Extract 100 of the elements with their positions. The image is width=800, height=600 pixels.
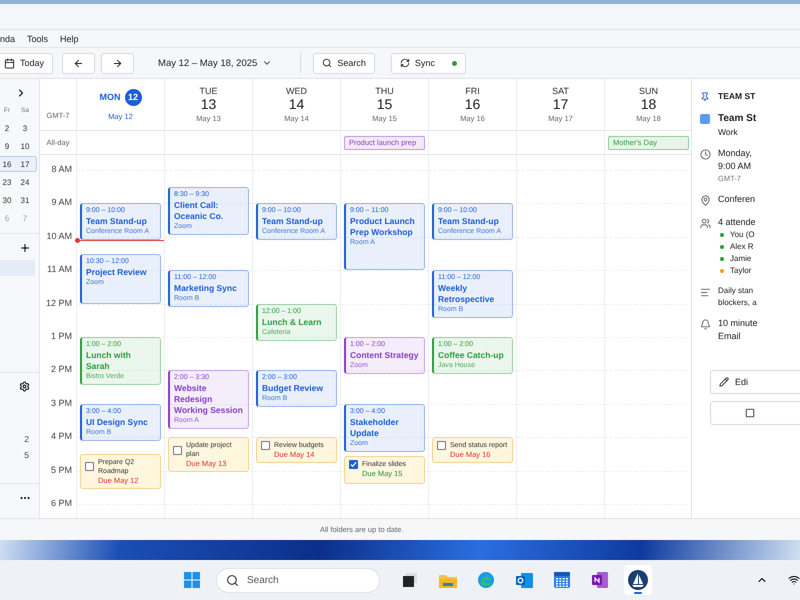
menu-item[interactable]: Tools bbox=[21, 30, 54, 46]
event-title: Lunch & Learn bbox=[262, 316, 323, 328]
event-title: Lunch with Sarah bbox=[86, 350, 132, 372]
weekday-label: SUN bbox=[638, 86, 658, 96]
attendee-name: Alex R bbox=[730, 242, 754, 251]
calendar-icon bbox=[554, 572, 570, 588]
sync-icon bbox=[400, 58, 410, 68]
week-row[interactable]: 16 17 bbox=[0, 156, 37, 172]
folder-icon bbox=[439, 572, 457, 588]
edit-button[interactable]: Edi bbox=[710, 370, 800, 394]
clock-icon bbox=[700, 149, 711, 160]
hour-label: 3 PM bbox=[50, 398, 72, 408]
task-checkbox[interactable] bbox=[173, 446, 182, 455]
day-number: 17 bbox=[552, 96, 568, 113]
search-button[interactable]: Search bbox=[313, 52, 375, 74]
arrow-left-icon bbox=[73, 58, 84, 68]
reminder-text: 10 minute bbox=[718, 318, 758, 328]
location-icon bbox=[700, 195, 711, 206]
event-title: Stakeholder Update bbox=[350, 416, 400, 439]
event-title: Client Call: Oceanic Co. bbox=[174, 200, 224, 222]
hour-label: 12 PM bbox=[46, 298, 72, 308]
taskbar-app[interactable] bbox=[624, 565, 652, 595]
weekday-label: MON bbox=[100, 92, 120, 102]
square-icon bbox=[745, 408, 755, 418]
weekday-label: SAT bbox=[552, 86, 569, 96]
event-notes: blockers, a bbox=[718, 298, 757, 307]
pin-icon bbox=[700, 92, 710, 102]
weekday-label: THU bbox=[375, 86, 394, 96]
menu-item[interactable]: Help bbox=[54, 30, 85, 46]
week-row[interactable]: 2 3 bbox=[0, 120, 37, 136]
details-heading: TEAM ST bbox=[718, 91, 756, 102]
hour-label: 8 AM bbox=[51, 164, 72, 174]
date-range-picker[interactable]: May 12 – May 18, 2025 bbox=[152, 56, 278, 70]
count-label: 2 bbox=[23, 434, 30, 444]
event-time: Monday, bbox=[718, 148, 752, 158]
attendees-count: 4 attende bbox=[718, 217, 756, 227]
event-title: Team Stand-up bbox=[262, 216, 324, 228]
day-number: 18 bbox=[640, 96, 656, 113]
attendee-name: Jamie bbox=[730, 254, 752, 263]
settings-icon bbox=[19, 381, 30, 392]
event-title: Team Stand-up bbox=[86, 216, 148, 228]
hour-label: 9 AM bbox=[51, 197, 72, 208]
today-date-badge: 12 bbox=[124, 88, 142, 106]
arrow-right-icon bbox=[112, 58, 124, 68]
event-title: Budget Review bbox=[262, 383, 324, 394]
day-number: 15 bbox=[376, 96, 392, 113]
pencil-icon bbox=[719, 377, 729, 387]
event-title: Team Stand-up bbox=[438, 216, 500, 228]
attendee-name: You (O bbox=[730, 230, 755, 239]
event-title: Team St bbox=[718, 113, 756, 124]
task-checkbox[interactable] bbox=[349, 460, 358, 469]
event-title: Content Strategy bbox=[350, 350, 420, 361]
attendee-name: Taylor bbox=[730, 266, 752, 275]
event-title: Website Redesign Working Session bbox=[174, 383, 244, 416]
calendar-swatch bbox=[700, 114, 710, 124]
day-number: 13 bbox=[200, 96, 216, 113]
weekday-label: WED bbox=[286, 86, 307, 96]
task-checkbox[interactable] bbox=[261, 441, 270, 450]
notes-icon bbox=[700, 287, 711, 298]
calendar-name: Work bbox=[718, 127, 739, 137]
menu-item[interactable]: nda bbox=[0, 30, 22, 46]
hour-label: 1 PM bbox=[50, 331, 72, 341]
week-row[interactable]: 23 24 bbox=[0, 174, 37, 190]
today-button[interactable]: Today bbox=[0, 52, 54, 74]
sync-button[interactable]: Sync bbox=[390, 52, 466, 74]
search-icon bbox=[322, 58, 332, 68]
reminder-text: Email bbox=[718, 331, 742, 341]
day-number: 14 bbox=[288, 96, 304, 113]
taskbar-search-field[interactable]: Search bbox=[216, 568, 380, 592]
event-title: Marketing Sync bbox=[174, 283, 238, 294]
event-title: Weekly Retrospective bbox=[438, 283, 496, 306]
swirl-icon bbox=[478, 572, 494, 588]
week-row[interactable]: 30 31 bbox=[0, 192, 37, 208]
checkmark-icon bbox=[350, 460, 357, 468]
notebook-icon bbox=[592, 572, 608, 588]
task-checkbox[interactable] bbox=[85, 462, 94, 472]
event-time: 9:00 AM bbox=[718, 161, 752, 171]
plus-icon bbox=[19, 242, 31, 254]
event-notes: Daily stan bbox=[718, 286, 754, 295]
bell-icon bbox=[700, 319, 711, 330]
event-title: UI Design Sync bbox=[86, 416, 149, 428]
task-view-icon bbox=[403, 573, 417, 587]
people-icon bbox=[700, 218, 711, 229]
windows-logo-icon bbox=[184, 572, 200, 588]
weekday-label: FRI bbox=[465, 86, 480, 96]
task-checkbox[interactable] bbox=[437, 441, 446, 450]
event-title: Coffee Catch-up bbox=[438, 350, 505, 361]
hour-label: 4 PM bbox=[50, 431, 72, 442]
settings-button[interactable] bbox=[19, 381, 31, 393]
week-row[interactable]: 9 10 bbox=[0, 138, 37, 154]
hour-label: 2 PM bbox=[50, 364, 72, 374]
event-location: Conferen bbox=[718, 194, 756, 206]
hour-label: 10 AM bbox=[46, 230, 72, 241]
add-button[interactable] bbox=[19, 242, 31, 254]
hour-label: 11 AM bbox=[47, 264, 72, 274]
sailboat-icon bbox=[628, 570, 648, 590]
day-number: 16 bbox=[464, 96, 480, 113]
weekday-label: TUE bbox=[200, 86, 218, 96]
calendar-icon bbox=[4, 58, 15, 68]
hour-label: 6 PM bbox=[50, 498, 72, 508]
